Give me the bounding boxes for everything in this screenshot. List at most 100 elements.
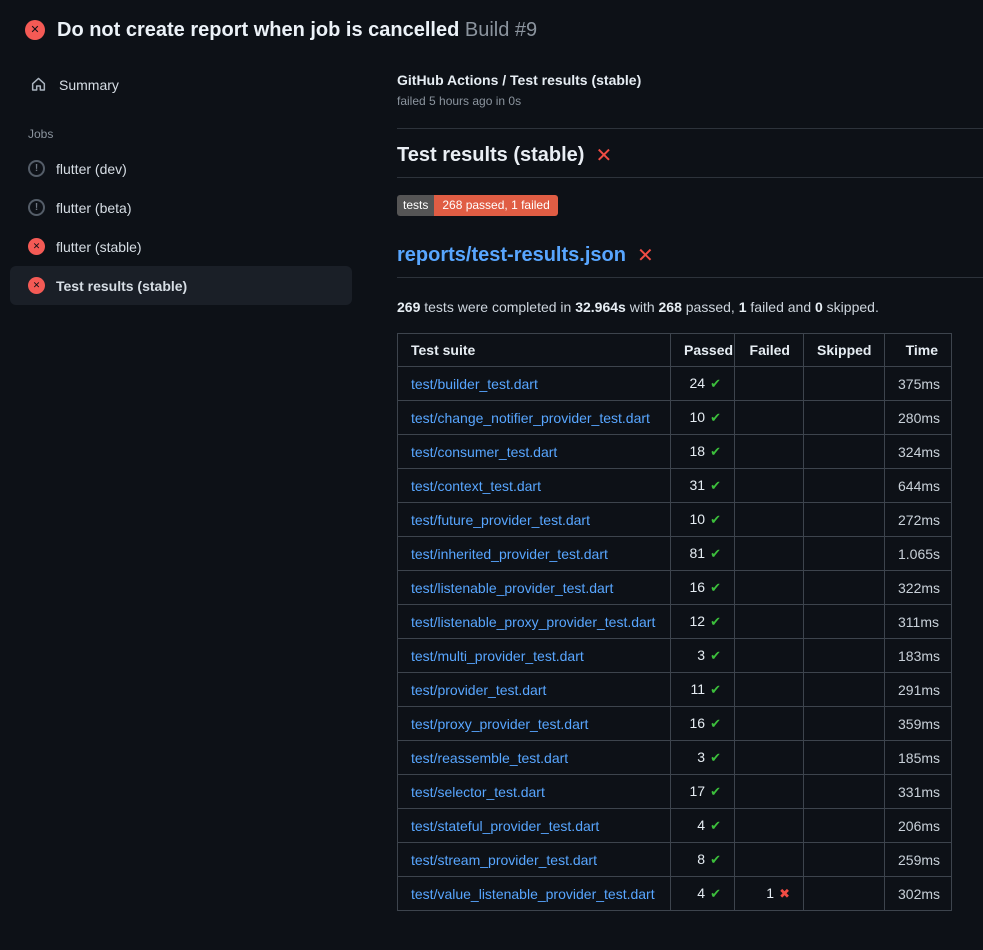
check-icon: ✔ [710,716,721,731]
suite-cell: test/proxy_provider_test.dart [398,707,671,741]
neutral-status-icon: ! [28,199,45,216]
failed-cell [735,469,804,503]
sidebar-item-job[interactable]: ✕flutter (stable) [10,227,352,266]
passed-value: 11 [691,681,706,697]
suite-link[interactable]: test/listenable_provider_test.dart [411,580,613,596]
summary-text: with [626,299,659,315]
time-value: 185ms [898,750,940,766]
check-icon: ✔ [710,682,721,697]
time-cell: 185ms [885,741,952,775]
sidebar: Summary Jobs !flutter (dev)!flutter (bet… [10,56,352,305]
table-row: test/value_listenable_provider_test.dart… [398,877,952,911]
suite-cell: test/consumer_test.dart [398,435,671,469]
column-header: Passed [671,334,735,367]
time-value: 324ms [898,444,940,460]
passed-value: 4 [697,817,705,833]
suite-link[interactable]: test/stream_provider_test.dart [411,852,597,868]
passed-cell: 17✔ [671,775,735,809]
time-cell: 375ms [885,367,952,401]
table-row: test/multi_provider_test.dart3✔183ms [398,639,952,673]
report-title: reports/test-results.json ✕ [397,244,983,278]
sidebar-item-job[interactable]: !flutter (dev) [10,149,352,188]
results-table-body: test/builder_test.dart24✔375mstest/chang… [398,367,952,911]
total-count: 269 [397,299,420,315]
suite-link[interactable]: test/future_provider_test.dart [411,512,590,528]
passed-value: 16 [690,715,706,731]
check-icon: ✔ [710,444,721,459]
passed-value: 16 [690,579,706,595]
suite-cell: test/listenable_proxy_provider_test.dart [398,605,671,639]
time-cell: 302ms [885,877,952,911]
table-row: test/reassemble_test.dart3✔185ms [398,741,952,775]
suite-cell: test/selector_test.dart [398,775,671,809]
skipped-cell [804,435,885,469]
failed-status-icon: ✕ [28,238,45,255]
failed-cell [735,673,804,707]
suite-link[interactable]: test/consumer_test.dart [411,444,557,460]
time-cell: 272ms [885,503,952,537]
passed-value: 3 [697,749,705,765]
suite-cell: test/stateful_provider_test.dart [398,809,671,843]
suite-link[interactable]: test/inherited_provider_test.dart [411,546,608,562]
skipped-cell [804,673,885,707]
suite-link[interactable]: test/provider_test.dart [411,682,546,698]
failed-status-icon: ✕ [28,277,45,294]
main-content: GitHub Actions / Test results (stable) f… [397,56,983,911]
build-number: Build #9 [465,19,537,41]
skipped-cell [804,741,885,775]
failed-status-icon: ✕ [25,20,45,40]
suite-link[interactable]: test/value_listenable_provider_test.dart [411,886,655,902]
jobs-list: !flutter (dev)!flutter (beta)✕flutter (s… [10,149,352,305]
summary-text: skipped. [823,299,879,315]
passed-cell: 10✔ [671,401,735,435]
suite-cell: test/change_notifier_provider_test.dart [398,401,671,435]
time-cell: 259ms [885,843,952,877]
sidebar-item-job[interactable]: !flutter (beta) [10,188,352,227]
time-cell: 324ms [885,435,952,469]
table-row: test/change_notifier_provider_test.dart 1… [398,401,952,435]
report-file-link[interactable]: reports/test-results.json [397,244,626,267]
suite-link[interactable]: test/proxy_provider_test.dart [411,716,588,732]
cross-icon: ✖ [779,886,790,901]
suite-link[interactable]: test/builder_test.dart [411,376,538,392]
failed-cell [735,401,804,435]
suite-cell: test/listenable_provider_test.dart [398,571,671,605]
passed-cell: 24✔ [671,367,735,401]
check-icon: ✔ [710,546,721,561]
passed-cell: 8✔ [671,843,735,877]
passed-value: 10 [690,511,706,527]
check-icon: ✔ [710,886,721,901]
suite-link[interactable]: test/stateful_provider_test.dart [411,818,599,834]
table-row: test/provider_test.dart11✔291ms [398,673,952,707]
time-cell: 280ms [885,401,952,435]
neutral-status-icon: ! [28,160,45,177]
time-value: 1.065s [898,546,940,562]
passed-value: 3 [697,647,705,663]
passed-cell: 4✔ [671,809,735,843]
passed-cell: 31✔ [671,469,735,503]
passed-value: 17 [690,783,706,799]
failed-cell: 1✖ [735,877,804,911]
suite-cell: test/future_provider_test.dart [398,503,671,537]
passed-cell: 11 ✔ [671,673,735,707]
sidebar-item-job[interactable]: ✕Test results (stable) [10,266,352,305]
time-value: 331ms [898,784,940,800]
failed-cell [735,537,804,571]
table-row: test/inherited_provider_test.dart81✔1.06… [398,537,952,571]
time-value: 259ms [898,852,940,868]
failed-cell [735,605,804,639]
suite-cell: test/builder_test.dart [398,367,671,401]
table-row: test/consumer_test.dart18✔324ms [398,435,952,469]
suite-link[interactable]: test/selector_test.dart [411,784,545,800]
time-cell: 311ms [885,605,952,639]
suite-link[interactable]: test/reassemble_test.dart [411,750,568,766]
check-icon: ✔ [710,648,721,663]
suite-link[interactable]: test/change_notifier_provider_test.dart [411,410,650,426]
failed-cell [735,639,804,673]
suite-link[interactable]: test/context_test.dart [411,478,541,494]
sidebar-item-summary[interactable]: Summary [10,68,352,101]
table-row: test/proxy_provider_test.dart16✔359ms [398,707,952,741]
suite-link[interactable]: test/multi_provider_test.dart [411,648,584,664]
suite-link[interactable]: test/listenable_proxy_provider_test.dart [411,614,655,630]
skipped-cell [804,571,885,605]
